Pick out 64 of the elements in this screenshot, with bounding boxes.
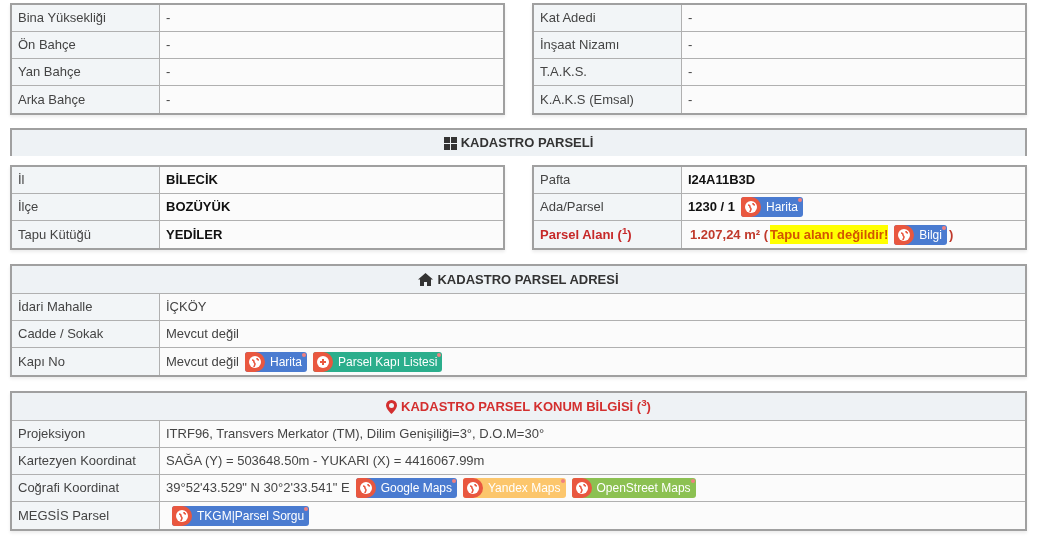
field-label: Bina Yüksekliği: [18, 9, 106, 28]
field-value: -: [166, 9, 171, 28]
field-label: Parsel Alanı ($^{1}$): [540, 224, 632, 244]
field-value: 1.207,24 m² (: [690, 225, 769, 244]
field-value: Mevcut değil: [166, 325, 239, 344]
map-pin-icon: [386, 399, 398, 414]
field-value: -: [166, 90, 171, 109]
globe-icon: [359, 482, 372, 494]
field-value: ITRF96, Transvers Merkator (TM), Dilim Genişiliği=3°, D.O.M=30°: [166, 425, 545, 444]
field-value: I24A11B3D: [688, 171, 756, 190]
link-button[interactable]: OpenStreet Maps: [571, 478, 696, 498]
link-button[interactable]: Parsel Kapı Listesi: [313, 351, 443, 372]
field-value: BOZÜYÜK: [166, 198, 231, 217]
field-label: Ada/Parsel: [540, 198, 604, 217]
field-label: Yan Bahçe: [18, 63, 81, 82]
field-label: Projeksiyon: [18, 425, 86, 444]
field-value: ): [948, 225, 954, 244]
field-value: YEDİLER: [166, 225, 223, 244]
field-label: Coğrafi Koordinat: [18, 479, 120, 498]
grid-icon: [443, 136, 457, 150]
home-icon: [418, 273, 434, 286]
warning-text: Tapu alanı değildir!: [770, 224, 889, 245]
globe-icon: [249, 355, 261, 368]
field-label: Pafta: [540, 171, 571, 190]
field-label: T.A.K.S.: [540, 63, 587, 82]
link-button[interactable]: Harita: [741, 197, 803, 217]
field-label: Kat Adedi: [540, 9, 596, 28]
field-label: Ön Bahçe: [18, 36, 76, 55]
field-value: İÇKÖY: [166, 298, 207, 317]
field-label: Cadde / Sokak: [18, 325, 104, 344]
field-value: -: [166, 36, 171, 55]
globe-icon: [745, 201, 757, 213]
globe-icon: [575, 482, 588, 494]
field-label: MEGSİS Parsel: [18, 506, 110, 525]
field-label: Kapı No: [18, 352, 65, 371]
field-label: Arka Bahçe: [18, 90, 86, 109]
field-label: Kartezyen Koordinat: [18, 452, 136, 471]
field-value: BİLECİK: [166, 171, 218, 190]
field-value: 39°52'43.529" N 30°2'33.541" E: [166, 479, 350, 498]
field-label: İnşaat Nizamı: [540, 36, 620, 55]
globe-icon: [176, 509, 188, 522]
link-button[interactable]: Bilgi: [894, 224, 947, 245]
field-label: İl: [18, 171, 25, 190]
field-value: Mevcut değil: [166, 352, 239, 371]
field-value: -: [688, 9, 693, 28]
field-label: Tapu Kütüğü: [18, 225, 91, 244]
field-label: K.A.K.S (Emsal): [540, 90, 634, 109]
field-value: -: [688, 63, 693, 82]
field-value: -: [688, 90, 693, 109]
field-value: -: [166, 63, 171, 82]
link-button[interactable]: Google Maps: [355, 478, 457, 498]
section-title: KADASTRO PARSELİ: [460, 134, 594, 153]
field-value: SAĞA (Y) = 503648.50m - YUKARI (X) = 4416067.99m: [166, 452, 485, 471]
field-value: -: [688, 36, 693, 55]
field-value: 1230 / 1: [688, 198, 735, 217]
link-button[interactable]: TKGM|Parsel Sorgu: [172, 505, 310, 526]
section-title: KADASTRO PARSEL KONUM BİLGİSİ ($^{3}$): [401, 396, 651, 416]
plus-icon: [317, 355, 329, 368]
link-button[interactable]: Harita: [245, 351, 307, 372]
globe-icon: [467, 482, 479, 494]
globe-icon: [898, 228, 911, 241]
field-label: İdari Mahalle: [18, 298, 93, 317]
field-label: İlçe: [18, 198, 39, 217]
section-title: KADASTRO PARSEL ADRESİ: [437, 270, 619, 289]
